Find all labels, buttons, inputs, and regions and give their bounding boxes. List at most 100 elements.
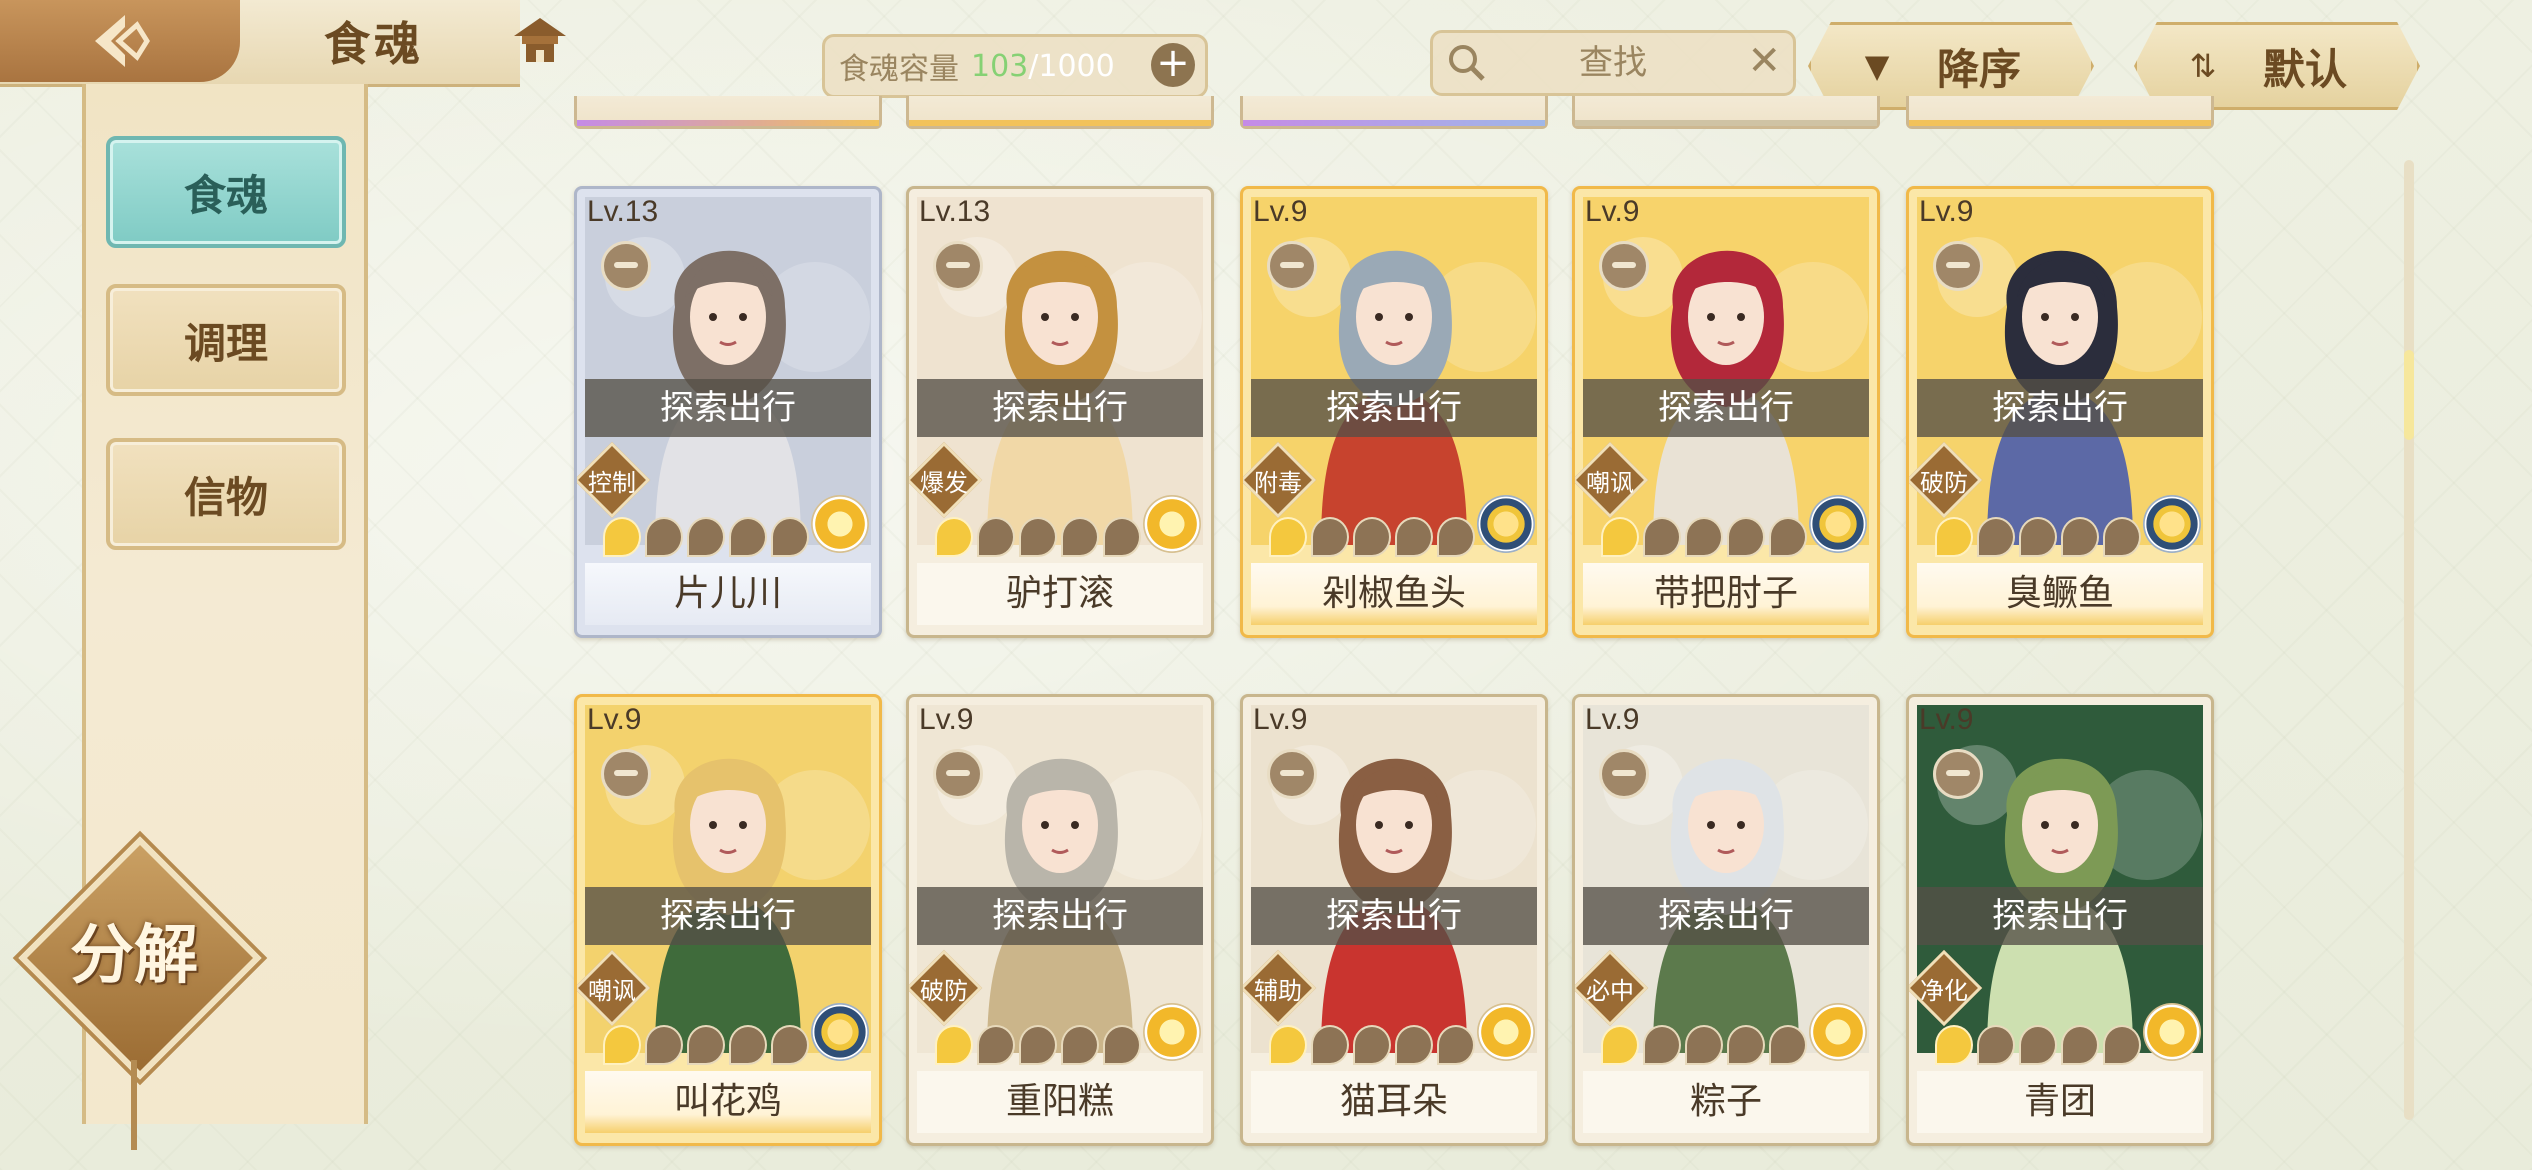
flower-emblem-icon [1809,1003,1867,1061]
star-rating [603,1025,809,1065]
flower-emblem-icon [2143,495,2201,553]
sidebar-item-conditioning[interactable]: 调理 [106,284,346,396]
bowl-icon [601,749,651,799]
add-capacity-button[interactable]: + [1151,43,1195,87]
bowl-icon [1599,749,1649,799]
star-empty-icon [1061,1025,1099,1065]
star-empty-icon [1727,1025,1765,1065]
sidebar-item-token[interactable]: 信物 [106,438,346,550]
role-tag: 控制 [577,441,651,519]
card-status: 探索出行 [1917,379,2203,437]
food-soul-card[interactable]: Lv.9 探索出行 嘲讽 带把肘子 [1572,186,1880,638]
star-empty-icon [1019,517,1057,557]
partial-card [1240,96,1548,129]
star-filled-icon [603,1025,641,1065]
star-empty-icon [1061,517,1099,557]
bowl-icon [933,241,983,291]
star-empty-icon [1019,1025,1057,1065]
tassel-decoration [131,1060,137,1150]
food-soul-card[interactable]: Lv.9 探索出行 净化 青团 [1906,694,2214,1146]
bowl-icon [1599,241,1649,291]
bowl-icon [1267,241,1317,291]
star-rating [1601,517,1807,557]
card-name: 叫花鸡 [585,1071,871,1133]
flower-emblem-icon [811,1003,869,1061]
back-button[interactable] [0,0,240,82]
food-soul-card[interactable]: Lv.9 探索出行 必中 粽子 [1572,694,1880,1146]
scrollbar-thumb[interactable] [2404,350,2414,440]
role-tag: 净化 [1909,949,1983,1027]
role-tag: 辅助 [1243,949,1317,1027]
star-empty-icon [2061,1025,2099,1065]
card-name: 重阳糕 [917,1071,1203,1133]
search-placeholder: 查找 [1579,43,1647,83]
flower-emblem-icon [1809,495,1867,553]
star-rating [1269,1025,1475,1065]
sidebar-item-food-soul[interactable]: 食魂 [106,136,346,248]
star-filled-icon [1269,1025,1307,1065]
food-soul-card[interactable]: Lv.13 探索出行 控制 片儿川 [574,186,882,638]
food-soul-card[interactable]: Lv.9 探索出行 破防 重阳糕 [906,694,1214,1146]
food-soul-card[interactable]: Lv.9 探索出行 辅助 猫耳朵 [1240,694,1548,1146]
star-empty-icon [1437,1025,1475,1065]
star-empty-icon [1103,517,1141,557]
card-name: 青团 [1917,1071,2203,1133]
star-filled-icon [1935,517,1973,557]
role-tag: 破防 [1909,441,1983,519]
card-level: Lv.9 [587,703,642,736]
home-icon[interactable] [510,14,570,68]
star-empty-icon [2103,517,2141,557]
role-tag-label: 爆发 [920,469,968,497]
star-rating [1601,1025,1807,1065]
flower-emblem-icon [1477,495,1535,553]
star-empty-icon [977,1025,1015,1065]
sort-down-icon: ▼ [1864,47,1890,85]
role-tag-label: 控制 [588,469,636,497]
capacity-label: 食魂容量 [839,52,959,87]
food-soul-card[interactable]: Lv.13 探索出行 爆发 驴打滚 [906,186,1214,638]
role-tag-label: 净化 [1920,977,1968,1005]
bowl-icon [1933,749,1983,799]
star-filled-icon [935,1025,973,1065]
back-arrow-icon [95,15,150,67]
card-status: 探索出行 [1251,379,1537,437]
star-empty-icon [729,517,767,557]
food-soul-card[interactable]: Lv.9 探索出行 附毒 剁椒鱼头 [1240,186,1548,638]
card-level: Lv.13 [919,195,991,228]
flower-emblem-icon [1477,1003,1535,1061]
star-empty-icon [1395,517,1433,557]
partial-card [1906,96,2214,129]
flower-emblem-icon [1143,495,1201,553]
card-status: 探索出行 [1251,887,1537,945]
card-status: 探索出行 [585,887,871,945]
star-empty-icon [2103,1025,2141,1065]
bowl-icon [933,749,983,799]
star-rating [1269,517,1475,557]
clear-search-icon[interactable]: ✕ [1747,41,1781,81]
role-tag-label: 嘲讽 [588,977,636,1005]
star-empty-icon [1103,1025,1141,1065]
card-level: Lv.13 [587,195,659,228]
sort-mode-icon: ⇅ [2189,47,2217,85]
card-status: 探索出行 [1583,379,1869,437]
star-filled-icon [603,517,641,557]
star-empty-icon [687,1025,725,1065]
star-rating [935,517,1141,557]
star-filled-icon [1601,517,1639,557]
food-soul-card[interactable]: Lv.9 探索出行 破防 臭鳜鱼 [1906,186,2214,638]
capacity-separator: / [1028,48,1039,84]
star-empty-icon [1395,1025,1433,1065]
star-empty-icon [1437,517,1475,557]
card-name: 粽子 [1583,1071,1869,1133]
search-box[interactable]: 查找 ✕ [1430,30,1796,96]
decompose-label: 分解 [70,919,198,993]
card-name: 剁椒鱼头 [1251,563,1537,625]
role-tag-label: 附毒 [1254,469,1302,497]
role-tag: 破防 [909,949,983,1027]
bowl-icon [1933,241,1983,291]
scrollbar[interactable] [2404,160,2414,1120]
star-empty-icon [1977,1025,2015,1065]
food-soul-card[interactable]: Lv.9 探索出行 嘲讽 叫花鸡 [574,694,882,1146]
flower-emblem-icon [811,495,869,553]
star-empty-icon [771,517,809,557]
